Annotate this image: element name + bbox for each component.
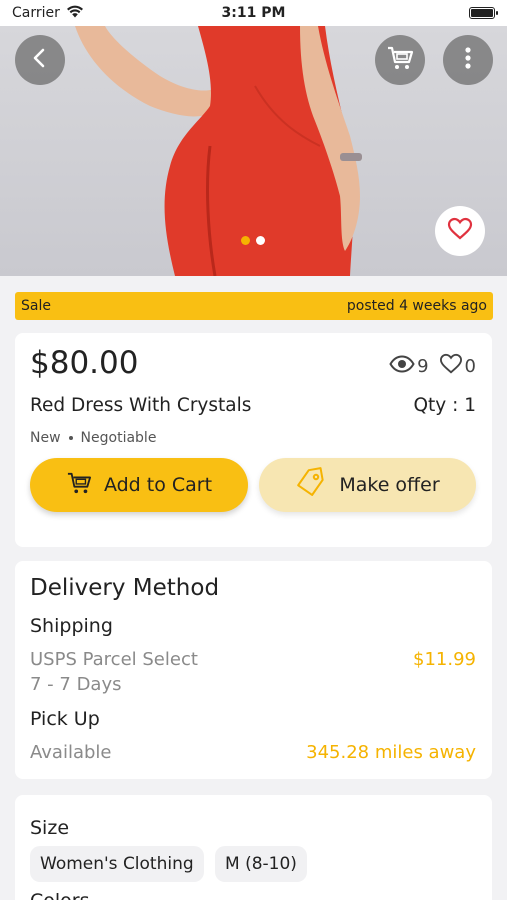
- shipping-days: 7 - 7 Days: [30, 674, 122, 695]
- delivery-method-card: Delivery Method Shipping USPS Parcel Sel…: [15, 561, 492, 779]
- carrier-label: Carrier: [12, 5, 60, 21]
- listing-status-bar: Sale posted 4 weeks ago: [15, 292, 493, 320]
- gallery-pagination: [241, 236, 265, 245]
- size-card: Size Women's Clothing M (8-10) Colors: [15, 795, 492, 900]
- heart-outline-icon: [439, 353, 463, 380]
- size-value-chip: M (8-10): [215, 846, 307, 882]
- pickup-status: Available: [30, 742, 112, 763]
- status-left: Carrier: [12, 5, 84, 22]
- more-options-button[interactable]: [443, 35, 493, 85]
- posted-time: posted 4 weeks ago: [346, 298, 487, 314]
- size-category-chip: Women's Clothing: [30, 846, 204, 882]
- product-stats: 9 0: [383, 353, 476, 380]
- likes-stat: 0: [439, 353, 476, 380]
- wifi-icon: [66, 5, 84, 22]
- add-to-cart-label: Add to Cart: [103, 474, 213, 496]
- condition-tag: New: [30, 430, 61, 446]
- negotiable-tag: Negotiable: [80, 430, 157, 446]
- shipping-label: Shipping: [30, 615, 113, 637]
- likes-count: 0: [464, 356, 476, 377]
- pagination-dot-2[interactable]: [256, 236, 265, 245]
- product-info-card: $80.00 9 0 Red Dress With Crystals Qty :…: [15, 333, 492, 547]
- eye-icon: [389, 355, 415, 378]
- status-bar: Carrier 3:11 PM: [0, 0, 507, 26]
- pickup-distance: 345.28 miles away: [306, 742, 476, 763]
- cart-button[interactable]: [375, 35, 425, 85]
- back-button[interactable]: [15, 35, 65, 85]
- tag-separator: [68, 436, 73, 440]
- sale-badge: Sale: [21, 298, 51, 314]
- battery-icon: [469, 7, 498, 19]
- shipping-price: $11.99: [413, 649, 476, 670]
- colors-heading: Colors: [30, 890, 90, 900]
- pagination-dot-1[interactable]: [241, 236, 250, 245]
- product-price: $80.00: [30, 345, 139, 381]
- product-image-gallery[interactable]: [0, 26, 507, 276]
- product-title: Red Dress With Crystals: [30, 395, 252, 416]
- make-offer-button[interactable]: Make offer: [259, 458, 476, 512]
- make-offer-label: Make offer: [339, 474, 440, 496]
- heart-icon: [447, 217, 473, 245]
- size-heading: Size: [30, 817, 70, 839]
- product-tags: New Negotiable: [30, 430, 156, 446]
- price-tag-icon: [295, 466, 327, 504]
- cart-icon: [66, 471, 92, 500]
- product-quantity: Qty : 1: [413, 395, 476, 416]
- add-to-cart-button[interactable]: Add to Cart: [30, 458, 248, 512]
- shipping-carrier: USPS Parcel Select: [30, 649, 198, 670]
- views-stat: 9: [389, 355, 429, 378]
- chevron-left-icon: [29, 47, 51, 73]
- delivery-heading: Delivery Method: [30, 575, 220, 601]
- pickup-label: Pick Up: [30, 708, 100, 730]
- more-vertical-icon: [464, 46, 472, 74]
- cart-icon: [386, 45, 414, 75]
- views-count: 9: [417, 356, 429, 377]
- favorite-button[interactable]: [435, 206, 485, 256]
